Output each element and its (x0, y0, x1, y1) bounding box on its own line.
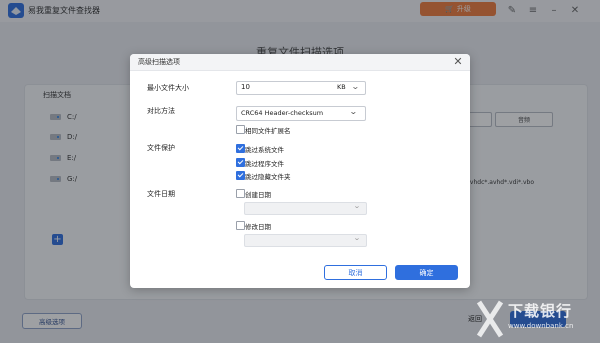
chevron-down-icon[interactable]: ⌄ (349, 107, 358, 116)
chevron-down-icon[interactable]: ⌄ (353, 202, 361, 210)
modified-date-select[interactable] (244, 234, 367, 247)
min-size-input[interactable] (236, 81, 366, 95)
min-size-value: 10 (241, 83, 250, 91)
skip-program-files-checkbox[interactable] (236, 158, 245, 167)
file-protect-label: 文件保护 (147, 144, 175, 152)
modified-date-checkbox[interactable] (236, 221, 245, 230)
skip-system-files-checkbox[interactable] (236, 144, 245, 153)
same-extension-label: 相同文件扩展名 (245, 127, 291, 135)
cancel-button[interactable]: 取消 (324, 265, 387, 280)
chevron-down-icon[interactable]: ⌄ (353, 234, 361, 242)
ok-button[interactable]: 确定 (395, 265, 458, 280)
compare-method-label: 对比方法 (147, 107, 175, 115)
dialog-header (130, 54, 470, 71)
dialog-title: 高级扫描选项 (138, 58, 180, 66)
dialog-close-icon[interactable]: ✕ (452, 55, 464, 68)
skip-system-files-label: 跳过系统文件 (245, 146, 284, 154)
created-date-checkbox[interactable] (236, 189, 245, 198)
watermark-url: www.downbank.cn (508, 322, 574, 330)
skip-program-files-label: 跳过程序文件 (245, 160, 284, 168)
file-date-label: 文件日期 (147, 190, 175, 198)
watermark-text: 下载银行 (508, 302, 573, 320)
size-unit-select[interactable]: KB (337, 83, 346, 91)
compare-method-value: CRC64 Header-checksum (241, 109, 324, 117)
modified-date-label: 修改日期 (245, 223, 271, 231)
min-size-label: 最小文件大小 (147, 84, 189, 92)
chevron-down-icon[interactable]: ⌄ (351, 82, 360, 91)
skip-hidden-folders-checkbox[interactable] (236, 171, 245, 180)
created-date-select[interactable] (244, 202, 367, 215)
skip-hidden-folders-label: 跳过隐藏文件夹 (245, 173, 291, 181)
created-date-label: 创建日期 (245, 191, 271, 199)
same-extension-checkbox[interactable] (236, 125, 245, 134)
